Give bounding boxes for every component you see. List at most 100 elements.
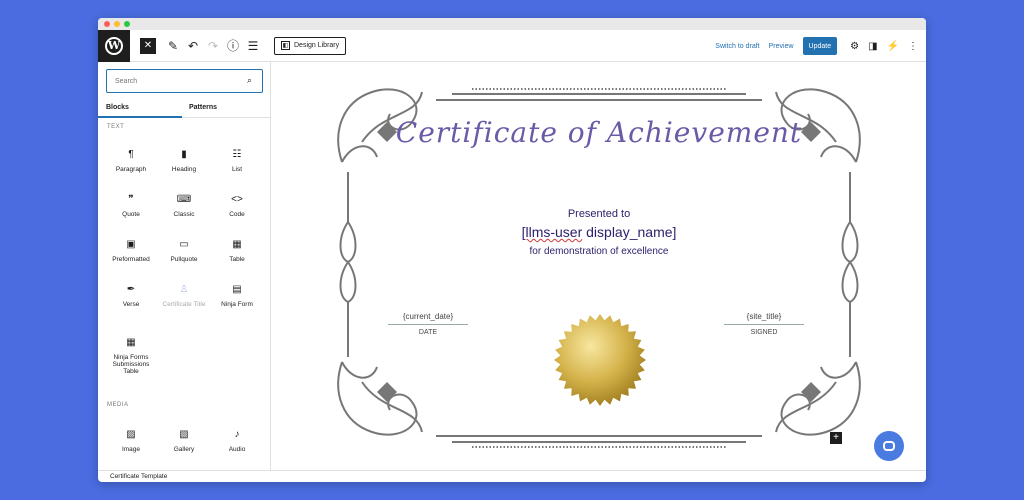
- breadcrumb-certificate-template[interactable]: Certificate Template: [110, 473, 167, 480]
- close-inserter-button[interactable]: ✕: [140, 37, 156, 54]
- pencil-tool-icon[interactable]: ✎: [164, 34, 182, 58]
- block-inserter-sidebar: Search ⌕ Blocks Patterns TEXT ¶ Paragrap…: [98, 62, 271, 470]
- block-label: Heading: [171, 166, 197, 173]
- add-block-button[interactable]: +: [830, 432, 842, 444]
- settings-gear-icon[interactable]: ⚙: [850, 41, 859, 52]
- block-label: Audio: [228, 446, 246, 453]
- block-label: List: [231, 166, 243, 173]
- verse-icon: ✒: [126, 284, 136, 295]
- block-certificate-title[interactable]: ♙ Certificate Title: [157, 283, 211, 308]
- submissions-table-icon: ▦: [126, 337, 136, 348]
- search-icon: ⌕: [246, 75, 252, 85]
- block-table[interactable]: ▦ Table: [210, 238, 264, 263]
- wordpress-icon: W: [105, 36, 123, 55]
- signed-value: {site_title}: [724, 312, 804, 325]
- inserter-tabs: Blocks Patterns: [98, 98, 271, 118]
- date-signature-block[interactable]: {current_date} DATE: [388, 312, 468, 336]
- audio-icon: ♪: [234, 429, 240, 440]
- block-list[interactable]: ☷ List: [210, 148, 264, 173]
- excellence-text[interactable]: for demonstration of excellence: [332, 246, 866, 257]
- tab-patterns[interactable]: Patterns: [189, 98, 217, 118]
- block-paragraph[interactable]: ¶ Paragraph: [104, 148, 158, 173]
- block-label: Quote: [122, 211, 140, 218]
- block-label: Classic: [173, 211, 195, 218]
- editor-canvas[interactable]: Certificate of Achievement Presented to …: [272, 62, 926, 470]
- block-image[interactable]: ▨ Image: [104, 428, 158, 453]
- keyboard-icon: ⌨: [176, 194, 192, 205]
- gold-seal: [554, 314, 646, 406]
- list-icon: ☷: [232, 149, 242, 160]
- block-label: Certificate Title: [162, 301, 206, 308]
- date-value: {current_date}: [388, 312, 468, 325]
- block-audio[interactable]: ♪ Audio: [210, 428, 264, 453]
- block-breadcrumb-bar: Certificate Template: [98, 470, 926, 482]
- maximize-window-dot[interactable]: [124, 21, 130, 27]
- close-window-dot[interactable]: [104, 21, 110, 27]
- preformatted-icon: ▣: [126, 239, 136, 250]
- signed-signature-block[interactable]: {site_title} SIGNED: [724, 312, 804, 336]
- sidebar-toggle-icon[interactable]: ◨: [868, 41, 877, 52]
- block-verse[interactable]: ✒ Verse: [104, 283, 158, 308]
- block-label: Ninja Form: [221, 301, 253, 308]
- search-placeholder: Search: [115, 77, 138, 85]
- block-classic[interactable]: ⌨ Classic: [157, 193, 211, 218]
- minimize-window-dot[interactable]: [114, 21, 120, 27]
- block-ninja-forms-submissions-table[interactable]: ▦ Ninja Forms Submissions Table: [104, 336, 158, 375]
- block-preformatted[interactable]: ▣ Preformatted: [104, 238, 158, 263]
- block-label: Ninja Forms Submissions Table: [112, 354, 150, 375]
- heading-icon: ▮: [181, 149, 187, 160]
- preview-button[interactable]: Preview: [769, 43, 794, 50]
- date-label: DATE: [418, 329, 438, 336]
- undo-icon[interactable]: ↶: [184, 34, 202, 58]
- presented-to-text[interactable]: Presented to: [332, 208, 866, 220]
- quote-icon: ❞: [128, 194, 134, 205]
- table-icon: ▦: [232, 239, 242, 250]
- pullquote-icon: ▭: [179, 239, 189, 250]
- active-tab-indicator: [98, 116, 182, 118]
- block-ninja-form[interactable]: ▤ Ninja Form: [210, 283, 264, 308]
- certificate-icon: ♙: [179, 284, 189, 295]
- signed-label: SIGNED: [750, 329, 778, 336]
- wordpress-logo-button[interactable]: W: [98, 29, 130, 62]
- user-display-name[interactable]: [llms-user display_name]: [332, 224, 866, 240]
- block-label: Preformatted: [112, 256, 150, 263]
- more-options-icon[interactable]: ⋮: [908, 41, 918, 52]
- window-titlebar: [98, 18, 926, 30]
- design-library-label: Design Library: [294, 42, 340, 49]
- block-label: Code: [229, 211, 245, 218]
- help-chat-button[interactable]: [874, 431, 904, 461]
- browser-window: W ✕ ✎ ↶ ↷ ⓘ ☰ ◧ Design Library Switch to…: [98, 18, 926, 482]
- block-gallery[interactable]: ▧ Gallery: [157, 428, 211, 453]
- paragraph-icon: ¶: [128, 149, 134, 160]
- certificate: Certificate of Achievement Presented to …: [332, 72, 866, 452]
- block-code[interactable]: <> Code: [210, 193, 264, 218]
- section-label-text: TEXT: [107, 124, 125, 130]
- chat-bubble-icon: [883, 441, 895, 451]
- design-library-button[interactable]: ◧ Design Library: [274, 36, 347, 55]
- editor-toolbar: W ✕ ✎ ↶ ↷ ⓘ ☰ ◧ Design Library Switch to…: [98, 29, 926, 62]
- update-button[interactable]: Update: [802, 37, 838, 55]
- block-label: Pullquote: [170, 256, 198, 263]
- image-icon: ▨: [126, 429, 136, 440]
- block-label: Table: [229, 256, 245, 263]
- form-icon: ▤: [232, 284, 242, 295]
- block-label: Gallery: [173, 446, 195, 453]
- block-label: Image: [121, 446, 141, 453]
- block-search-input[interactable]: Search ⌕: [106, 69, 263, 93]
- user-name-suffix: display_name]: [582, 224, 677, 240]
- design-library-icon: ◧: [281, 41, 290, 50]
- block-quote[interactable]: ❞ Quote: [104, 193, 158, 218]
- switch-to-draft-button[interactable]: Switch to draft: [715, 43, 759, 50]
- redo-icon[interactable]: ↷: [204, 34, 222, 58]
- details-info-icon[interactable]: ⓘ: [224, 34, 242, 58]
- block-heading[interactable]: ▮ Heading: [157, 148, 211, 173]
- user-name-prefix: [llms-user: [521, 224, 583, 240]
- section-label-media: MEDIA: [107, 402, 129, 408]
- block-label: Paragraph: [115, 166, 147, 173]
- tab-blocks[interactable]: Blocks: [106, 98, 129, 118]
- list-view-icon[interactable]: ☰: [244, 34, 262, 58]
- plugin-lightning-icon[interactable]: ⚡: [887, 41, 899, 52]
- block-label: Verse: [122, 301, 140, 308]
- certificate-title[interactable]: Certificate of Achievement: [332, 116, 866, 149]
- block-pullquote[interactable]: ▭ Pullquote: [157, 238, 211, 263]
